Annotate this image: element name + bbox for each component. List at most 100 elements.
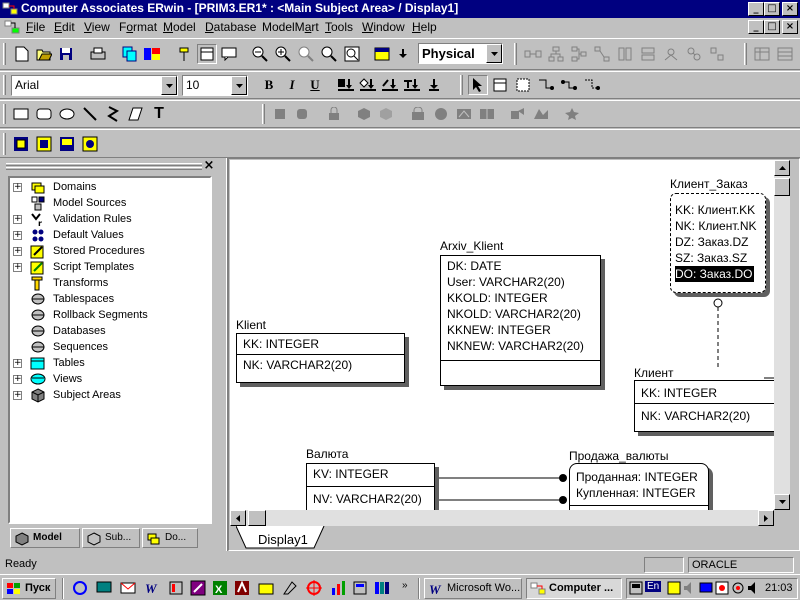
menu-tools[interactable]: Tools: [325, 20, 353, 34]
app-quicklaunch-icon[interactable]: [168, 580, 184, 596]
tree-item-subject-areas[interactable]: + Subject Areas: [10, 388, 210, 404]
db-tool-3-icon[interactable]: [354, 104, 374, 124]
new-icon[interactable]: [12, 44, 32, 64]
entity-arxiv-klient[interactable]: DK: DATE User: VARCHAR2(20) KKOLD: INTEG…: [440, 255, 601, 386]
key-attribute[interactable]: KK: INTEGER: [641, 385, 772, 401]
title-bar[interactable]: Computer Associates ERwin - [PRIM3.ER1* …: [0, 0, 800, 18]
panel-grip[interactable]: [6, 167, 202, 170]
scroll-thumb-horizontal[interactable]: [248, 510, 266, 526]
nonkey-attribute[interactable]: NK: VARCHAR2(20): [243, 357, 398, 373]
color-icon[interactable]: [142, 44, 162, 64]
text-color-icon[interactable]: [336, 75, 356, 95]
comment-display-icon[interactable]: [219, 44, 239, 64]
db-tool-2-icon[interactable]: [292, 104, 312, 124]
outlook-quicklaunch-icon[interactable]: [120, 580, 136, 596]
toolbar-grip[interactable]: [514, 43, 517, 65]
tree-item-script-templates[interactable]: + Script Templates: [10, 260, 210, 276]
scroll-thumb-vertical[interactable]: [774, 178, 790, 196]
model-tool-3-icon[interactable]: [57, 134, 77, 154]
diagram-canvas[interactable]: Клиент_Заказ KK: Клиент.KK NK: Клиент.NK…: [230, 160, 774, 510]
paint-quicklaunch-icon[interactable]: [190, 580, 206, 596]
tree-item-tables[interactable]: + Tables: [10, 356, 210, 372]
columns-icon[interactable]: [615, 44, 635, 64]
word-quicklaunch-icon[interactable]: W: [144, 580, 160, 596]
entity-klient-zakaz[interactable]: KK: Клиент.KK NK: Клиент.NK DZ: Заказ.DZ…: [670, 193, 766, 293]
link-icon[interactable]: [684, 44, 704, 64]
quicklaunch-more-icon[interactable]: »: [402, 580, 408, 591]
minimize-button[interactable]: _: [748, 2, 764, 16]
db-tool-9-icon[interactable]: [508, 104, 528, 124]
db-tool-1-icon[interactable]: [270, 104, 290, 124]
copy-icon[interactable]: [120, 44, 140, 64]
expand-icon[interactable]: +: [13, 183, 22, 192]
rows-icon[interactable]: [638, 44, 658, 64]
db-tool-5-icon[interactable]: [408, 104, 428, 124]
tray-scheduler-icon[interactable]: [715, 581, 729, 595]
scroll-up-button[interactable]: [774, 160, 790, 176]
entity-valyuta[interactable]: KV: INTEGER NV: VARCHAR2(20): [306, 463, 435, 510]
hierarchy-icon[interactable]: [546, 44, 566, 64]
tab-subject-areas[interactable]: Sub...: [82, 528, 140, 548]
menu-database[interactable]: Database: [205, 20, 256, 34]
model-tool-2-icon[interactable]: [34, 134, 54, 154]
menu-view[interactable]: View: [84, 20, 110, 34]
panel-close-button[interactable]: ×: [203, 159, 215, 173]
attribute-row[interactable]: User: VARCHAR2(20): [447, 274, 594, 290]
subtype-icon[interactable]: [661, 44, 681, 64]
identifying-relationship-icon[interactable]: [536, 75, 556, 95]
tab-model[interactable]: Model: [10, 528, 80, 548]
save-icon[interactable]: [56, 44, 76, 64]
vertical-scrollbar[interactable]: [774, 160, 790, 510]
task-microsoft-word[interactable]: W Microsoft Wo...: [424, 578, 522, 599]
tree-item-stored-procedures[interactable]: + Stored Procedures: [10, 244, 210, 260]
bold-button[interactable]: B: [259, 75, 279, 95]
text-style-icon[interactable]: [402, 75, 422, 95]
fill-color-icon[interactable]: [358, 75, 378, 95]
scroll-right-button[interactable]: [758, 510, 774, 526]
doc-minimize-button[interactable]: _: [748, 20, 764, 34]
doc-restore-button[interactable]: □: [764, 20, 780, 34]
pointer-icon[interactable]: [468, 75, 488, 95]
language-indicator[interactable]: En: [645, 581, 662, 592]
attribute-row[interactable]: NKOLD: VARCHAR2(20): [447, 306, 594, 322]
nonkey-attribute[interactable]: NK: VARCHAR2(20): [641, 408, 772, 424]
ellipse-tool-icon[interactable]: [57, 104, 77, 124]
align-icon[interactable]: [707, 44, 727, 64]
key-attribute[interactable]: Купленная: INTEGER: [576, 485, 702, 501]
tab-display1[interactable]: Display1: [258, 532, 308, 547]
italic-button[interactable]: I: [282, 75, 302, 95]
excel-quicklaunch-icon[interactable]: X: [212, 580, 228, 596]
polyline-tool-icon[interactable]: [103, 104, 123, 124]
attribute-row[interactable]: DK: DATE: [447, 258, 594, 274]
non-identifying-relationship-icon[interactable]: [582, 75, 602, 95]
attribute-row[interactable]: KK: Клиент.KK: [675, 202, 765, 218]
expand-icon[interactable]: +: [13, 359, 22, 368]
zoom-window-icon[interactable]: [319, 44, 339, 64]
scroll-left-button[interactable]: [230, 510, 246, 526]
expand-icon[interactable]: +: [13, 247, 22, 256]
attribute-row[interactable]: SZ: Заказ.SZ: [675, 250, 765, 266]
open-icon[interactable]: [34, 44, 54, 64]
tree-layout-icon[interactable]: [569, 44, 589, 64]
dropdown-arrow-icon[interactable]: [161, 76, 177, 95]
many-to-many-icon[interactable]: [559, 75, 579, 95]
tray-gear-icon[interactable]: [731, 581, 745, 595]
tray-speaker-icon[interactable]: [747, 581, 761, 595]
tree-item-transforms[interactable]: Transforms: [10, 276, 210, 292]
expand-icon[interactable]: +: [13, 215, 22, 224]
dropdown-arrow-icon[interactable]: [486, 44, 502, 63]
table-view-icon[interactable]: [752, 44, 772, 64]
tree-item-default-values[interactable]: + Default Values: [10, 228, 210, 244]
tree-item-databases[interactable]: Databases: [10, 324, 210, 340]
attribute-row[interactable]: NK: Клиент.NK: [675, 218, 765, 234]
attribute-row[interactable]: KKNEW: INTEGER: [447, 322, 594, 338]
maximize-button[interactable]: □: [764, 2, 780, 16]
toolbar-grip[interactable]: [744, 43, 747, 65]
expand-icon[interactable]: +: [13, 375, 22, 384]
font-name-select[interactable]: Arial: [11, 75, 178, 96]
tab-domains[interactable]: Do...: [142, 528, 198, 548]
target-quicklaunch-icon[interactable]: [306, 580, 322, 596]
rounded-rectangle-tool-icon[interactable]: [34, 104, 54, 124]
db-tool-8-icon[interactable]: [477, 104, 497, 124]
display-level-dropdown-icon[interactable]: [393, 44, 413, 64]
